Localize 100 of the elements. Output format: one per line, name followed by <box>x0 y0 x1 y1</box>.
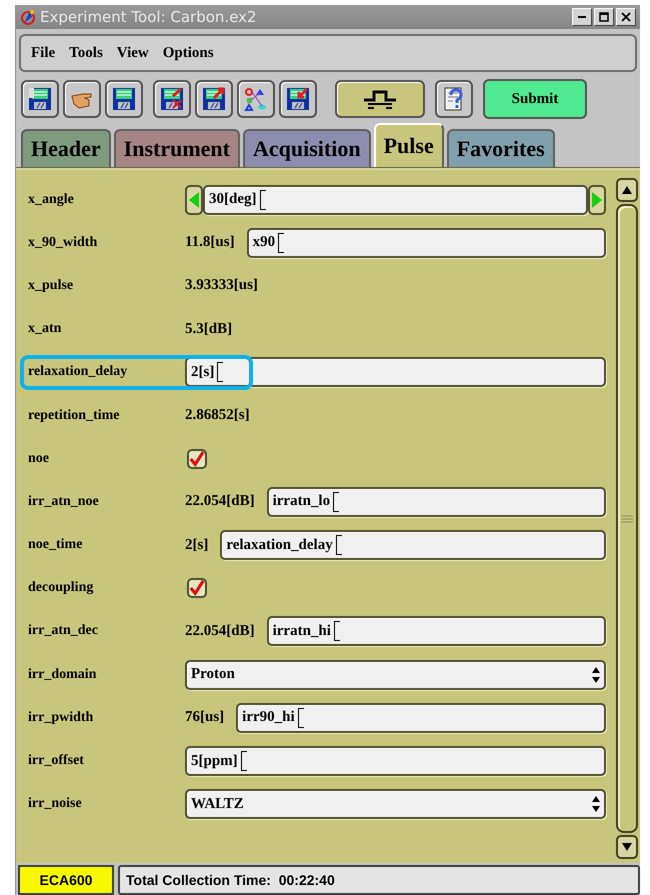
up-arrow-icon <box>622 186 632 194</box>
field-value: irratn_lo <box>272 493 330 510</box>
input-field[interactable]: 5[ppm] <box>185 746 606 776</box>
left-arrow-icon <box>189 192 199 208</box>
floppy-disk-export-icon <box>201 86 227 112</box>
field-label: irr_atn_noe <box>28 494 100 510</box>
help-button[interactable] <box>435 80 473 118</box>
input-field[interactable]: 2[s] <box>185 357 606 388</box>
input-field[interactable]: irratn_hi <box>266 616 606 646</box>
field-reading: 2[s] <box>185 536 208 554</box>
text-cursor-icon <box>217 362 224 382</box>
field-reading: 3.93333[us] <box>185 277 258 294</box>
minimize-button[interactable] <box>572 8 592 26</box>
text-cursor-icon <box>336 535 342 556</box>
checkbox[interactable] <box>187 448 207 469</box>
input-field[interactable]: 30[deg] <box>203 184 588 215</box>
updown-arrows-icon <box>592 795 600 814</box>
field-reading: 11.8[us] <box>185 234 235 252</box>
dropdown-value: WALTZ <box>191 796 244 813</box>
toolbar-button[interactable] <box>195 80 233 118</box>
field-label: irr_domain <box>28 666 98 683</box>
scroll-up-button[interactable] <box>616 178 638 202</box>
checkbox[interactable] <box>187 578 207 598</box>
instrument-label: ECA600 <box>18 865 114 895</box>
text-cursor-icon <box>260 190 266 210</box>
toolbar-button[interactable] <box>237 80 275 118</box>
field-label: relaxation_delay <box>28 364 128 380</box>
field-value: 5[ppm] <box>191 752 238 770</box>
tab[interactable]: Instrument <box>114 129 240 167</box>
menu-item[interactable]: Tools <box>69 44 103 62</box>
floppy-disk-import-icon <box>285 86 311 112</box>
field-reading: 76[us] <box>185 709 224 726</box>
toolbar-button[interactable] <box>63 80 101 118</box>
tab[interactable]: Favorites <box>446 129 555 167</box>
minimize-icon <box>578 16 586 18</box>
right-arrow-icon <box>592 192 602 208</box>
text-cursor-icon <box>240 751 247 772</box>
field-value: irr90_hi <box>242 709 295 726</box>
field-value: 30[deg] <box>209 191 256 208</box>
field-value: 2[s] <box>191 364 214 381</box>
status-message: Total Collection Time: 00:22:40 <box>118 865 640 895</box>
field-label: irr_pwidth <box>28 710 94 726</box>
app-logo-icon <box>20 9 36 25</box>
text-cursor-icon <box>334 621 340 642</box>
toolbar-button[interactable] <box>279 80 317 118</box>
close-icon <box>621 12 631 22</box>
pulse-sequence-button[interactable] <box>335 80 425 118</box>
field-label: repetition_time <box>28 408 120 424</box>
field-reading: 5.3[dB] <box>185 320 232 338</box>
field-value: x90 <box>252 234 276 252</box>
field-label: noe_time <box>28 537 84 554</box>
tab[interactable]: Header <box>21 129 111 167</box>
checkmark-icon <box>189 450 205 468</box>
field-reading: 22.054[dB] <box>185 622 255 640</box>
toolbar-button[interactable] <box>153 80 191 118</box>
window-title: Experiment Tool: Carbon.ex2 <box>40 8 258 26</box>
checkmark-icon <box>189 579 205 598</box>
close-button[interactable] <box>616 8 636 26</box>
submit-button[interactable]: Submit <box>483 79 587 119</box>
tab[interactable]: Pulse <box>374 123 444 167</box>
field-label: irr_offset <box>28 753 85 770</box>
input-field[interactable]: irr90_hi <box>236 702 606 733</box>
field-label: irr_atn_dec <box>28 623 99 640</box>
tab[interactable]: Acquisition <box>243 129 371 167</box>
input-field[interactable]: x90 <box>246 228 606 258</box>
text-cursor-icon <box>333 492 340 512</box>
field-label: irr_noise <box>28 796 83 812</box>
field-reading: 2.86852[s] <box>185 407 250 424</box>
menu-item[interactable]: View <box>116 44 149 62</box>
text-cursor-icon <box>298 708 304 728</box>
toolbar-button[interactable] <box>105 80 143 118</box>
field-label: decoupling <box>28 580 94 596</box>
menu-item[interactable]: Options <box>162 44 214 62</box>
dropdown[interactable]: Proton <box>185 660 606 690</box>
field-label: noe <box>28 450 50 467</box>
maximize-button[interactable] <box>594 8 614 26</box>
field-reading: 22.054[dB] <box>185 493 255 510</box>
toolbar-button[interactable] <box>21 80 59 118</box>
menu-item[interactable]: File <box>31 44 56 62</box>
input-field[interactable]: irratn_lo <box>266 486 606 517</box>
scrollbar-thumb[interactable] <box>616 204 638 833</box>
scroll-down-button[interactable] <box>616 835 638 859</box>
dropdown-value: Proton <box>191 666 235 684</box>
floppy-disk-delete-icon <box>159 86 185 112</box>
field-label: x_90_width <box>28 234 98 251</box>
field-value: irratn_hi <box>272 622 331 640</box>
decrement-button[interactable] <box>185 184 203 215</box>
shapes-network-icon <box>243 86 269 112</box>
field-label: x_atn <box>28 321 62 338</box>
field-value: relaxation_delay <box>226 536 333 554</box>
dropdown[interactable]: WALTZ <box>185 789 606 820</box>
field-label: x_angle <box>28 192 75 208</box>
maximize-icon <box>599 12 609 22</box>
updown-arrows-icon <box>592 666 600 684</box>
text-cursor-icon <box>278 232 284 253</box>
grip-icon <box>621 514 633 522</box>
down-arrow-icon <box>622 843 632 851</box>
input-field[interactable]: relaxation_delay <box>220 530 606 560</box>
field-label: x_pulse <box>28 278 74 294</box>
increment-button[interactable] <box>588 184 606 215</box>
